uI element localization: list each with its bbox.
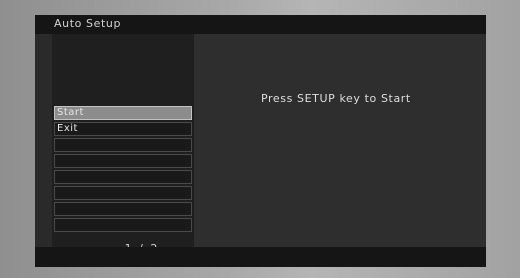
menu-item-empty: [54, 186, 192, 200]
menu-item-exit[interactable]: Exit: [54, 122, 192, 136]
instruction-message: Press SETUP key to Start: [261, 92, 411, 105]
auto-setup-screen: Auto Setup Start Exit 1 / 2 Press SETUP …: [35, 15, 486, 267]
menu-item-start[interactable]: Start: [54, 106, 192, 120]
menu-item-empty: [54, 170, 192, 184]
menu-item-label: Exit: [57, 123, 78, 134]
footer-bar: [35, 247, 486, 267]
message-panel: Press SETUP key to Start: [194, 34, 486, 247]
menu-panel: Start Exit 1 / 2: [52, 34, 194, 255]
screen-title: Auto Setup: [54, 17, 122, 30]
menu-item-label: Start: [57, 107, 84, 118]
menu-item-empty: [54, 138, 192, 152]
menu-item-empty: [54, 154, 192, 168]
menu-item-empty: [54, 202, 192, 216]
menu-item-empty: [54, 218, 192, 232]
title-bar: Auto Setup: [35, 15, 486, 34]
